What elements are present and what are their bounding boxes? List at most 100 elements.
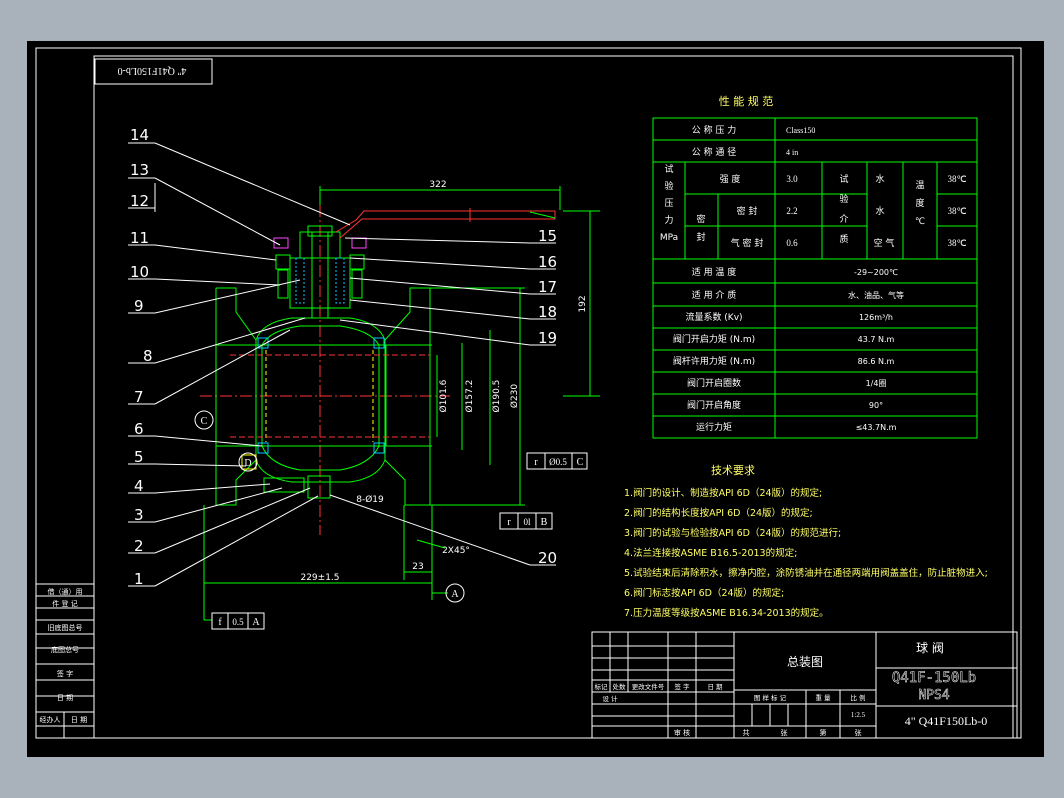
tb-h2: 更改文件号 <box>632 682 665 691</box>
tol-f-value: 0.5 <box>232 617 244 627</box>
datum-c: C <box>201 416 208 427</box>
lb-7: 日 期 <box>71 716 87 724</box>
spec-r2-6-value: 90° <box>869 401 883 410</box>
spec-row1-value: Class150 <box>786 126 815 135</box>
test-v-air: 0.6 <box>786 238 798 248</box>
test-seal-seat: 密 封 <box>737 205 758 217</box>
tb-code: 4" Q41F150Lb-0 <box>905 714 988 728</box>
part-4: 4 <box>134 477 144 495</box>
spec-r2-1-value: 水、油品、气等 <box>848 290 904 300</box>
tb-b0: 共 <box>743 728 750 737</box>
tb-h0: 标记 <box>595 682 609 691</box>
part-14: 14 <box>130 126 149 144</box>
spec-r2-6-label: 阀门开启角度 <box>687 399 741 411</box>
test-v-seal: 2.2 <box>786 206 797 216</box>
tb-weight: 重 量 <box>815 694 831 702</box>
datum-d: D <box>244 458 251 469</box>
spec-row2-value: 4 in <box>786 148 798 157</box>
part-20: 20 <box>538 549 557 567</box>
assembly-drawing: 4" Q41F150Lb-0 r Ø0.5 C r 0l B f 0.5 A A… <box>35 47 1022 739</box>
tol-b-ref: B <box>541 517 548 528</box>
tol-c-ref: C <box>577 457 584 468</box>
part-16: 16 <box>538 253 557 271</box>
spec-row2-label: 公 称 通 径 <box>692 146 737 158</box>
spec-r2-1-label: 适 用 介 质 <box>692 289 737 301</box>
test-medium-label: 试验介质 <box>839 173 848 245</box>
part-leaders <box>128 142 556 587</box>
outer-border <box>35 47 1022 739</box>
part-5: 5 <box>134 448 144 466</box>
lb-6: 经办人 <box>40 715 61 724</box>
tol-b-symbol: r <box>507 517 511 528</box>
part-9: 9 <box>134 297 144 315</box>
tb-ratio: 比 例 <box>850 693 865 702</box>
tb-b3: 张 <box>855 728 862 737</box>
spec-r2-5-label: 阀门开启圈数 <box>687 377 741 389</box>
lb-0: 借（通）用 <box>48 587 83 596</box>
part-7: 7 <box>134 388 144 406</box>
note-5: 5.试验结束后清除积水，擦净内腔，涂防锈油并在通径两端用阀盖盖住，防止脏物进入; <box>624 567 988 579</box>
notes-title: 技术要求 <box>711 464 755 477</box>
tol-b-value: 0l <box>523 517 531 527</box>
notes-list: 1.阀门的设计、制造按API 6D（24版）的规定; 2.阀门的结构长度按API… <box>624 487 988 619</box>
test-seal-air: 气 密 封 <box>731 237 764 249</box>
part-19: 19 <box>538 329 557 347</box>
tb-h4: 日 期 <box>707 683 723 691</box>
tb-stage: 图 样 标 记 <box>754 693 787 702</box>
spec-r2-4-value: 86.6 N.m <box>858 357 895 366</box>
dim-top: 322 <box>429 180 446 190</box>
tol-c-symbol: r <box>534 457 538 468</box>
dim-d2: Ø190.5 <box>491 380 502 413</box>
tb-h3: 签 字 <box>674 682 690 691</box>
note-3: 3.阀门的试验与检验按API 6D（24版）的规范进行; <box>624 527 841 539</box>
tb-b2: 第 <box>820 728 827 737</box>
note-7: 7.压力温度等级按ASME B16.34-2013的规定。 <box>624 607 829 619</box>
spec-table-grid <box>652 117 978 439</box>
spec-r2-7-value: ≤43.7N.m <box>856 423 897 432</box>
tb-scale: 1:2.5 <box>851 711 866 719</box>
tb-model: Q41F-150Lb <box>892 670 976 686</box>
part-2: 2 <box>134 537 144 555</box>
cad-viewport[interactable]: 4" Q41F150Lb-0 r Ø0.5 C r 0l B f 0.5 A A… <box>0 0 1064 798</box>
tb-audit: 审 核 <box>674 728 690 737</box>
part-6: 6 <box>134 420 144 438</box>
lb-1: 件 登 记 <box>52 599 77 608</box>
test-pressure-label: 试验压力 MPa <box>660 163 678 243</box>
lb-5: 日 期 <box>57 694 73 702</box>
title-block-text: 总装图 球 阀 Q41F-150Lb NPS4 4" Q41F150Lb-0 1… <box>595 641 988 737</box>
note-4: 4.法兰连接按ASME B16.5-2013的规定; <box>624 547 797 559</box>
tb-h1: 处数 <box>613 682 627 691</box>
spec-r2-0-value: -29~200℃ <box>854 268 898 277</box>
dim-bolts: 8-Ø19 <box>356 494 384 505</box>
dim-gap: 23 <box>412 562 423 572</box>
spec-r2-3-label: 阀门开启力矩 (N.m) <box>673 333 755 345</box>
note-6: 6.阀门标志按API 6D（24版）的规定; <box>624 587 784 599</box>
part-1: 1 <box>134 570 144 588</box>
temp-1: 38℃ <box>947 174 966 184</box>
lb-2: 旧底图总号 <box>48 623 83 632</box>
test-v-strength: 3.0 <box>786 174 798 184</box>
part-10: 10 <box>130 263 149 281</box>
temp-2: 38℃ <box>947 206 966 216</box>
spec-title: 性 能 规 范 <box>719 94 774 108</box>
part-18: 18 <box>538 303 557 321</box>
tb-design: 设 计 <box>602 694 618 703</box>
spec-r2-7-label: 运行力矩 <box>696 421 732 433</box>
part-11: 11 <box>130 229 149 247</box>
medium-3: 空 气 <box>874 237 895 249</box>
spec-r2-3-value: 43.7 N.m <box>858 335 895 344</box>
spec-r2-2-value: 126m³/h <box>859 313 893 322</box>
test-strength: 强 度 <box>720 173 741 185</box>
spec-row1-label: 公 称 压 力 <box>692 124 737 136</box>
dim-d1: Ø157.2 <box>464 380 475 413</box>
test-temp-label: 温度℃ <box>915 180 925 227</box>
lb-3: 底图总号 <box>51 645 79 654</box>
tol-f-ref: A <box>252 617 260 628</box>
tb-nps: NPS4 <box>918 688 949 703</box>
medium-1: 水 <box>875 173 884 185</box>
tb-assembly: 总装图 <box>787 655 823 669</box>
part-12: 12 <box>130 192 149 210</box>
medium-2: 水 <box>875 205 884 217</box>
inner-border <box>93 55 1014 739</box>
note-1: 1.阀门的设计、制造按API 6D（24版）的规定; <box>624 487 822 499</box>
